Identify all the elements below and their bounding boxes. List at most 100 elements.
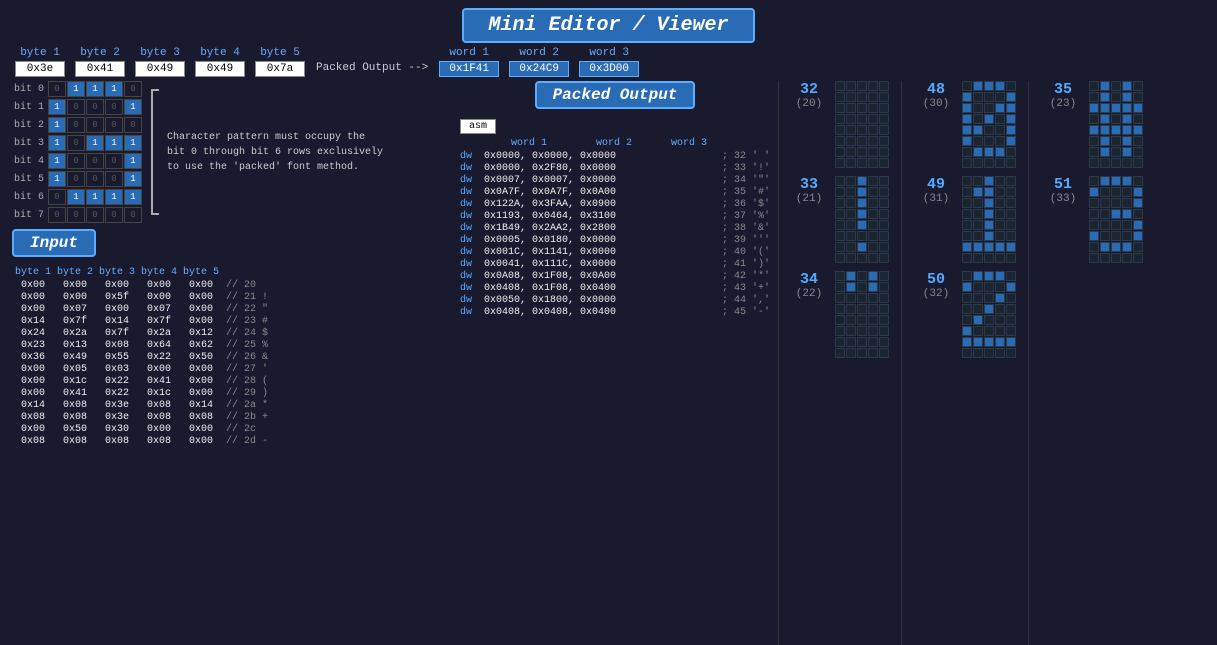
char-cell-0-1-1 bbox=[846, 176, 856, 186]
char-group-divider-1 bbox=[1028, 81, 1029, 645]
table-row: 0x080x080x080x080x00// 2d - bbox=[12, 436, 452, 447]
word-val-1: 0x1F41 bbox=[439, 61, 499, 77]
char-cell-0-0-38 bbox=[868, 158, 878, 168]
char-sub-2-1: (33) bbox=[1050, 193, 1076, 205]
word-val-2: 0x24C9 bbox=[509, 61, 569, 77]
bit-cell-6-3: 1 bbox=[105, 189, 123, 205]
char-cell-2-1-27 bbox=[1111, 231, 1121, 241]
char-cell-2-1-21 bbox=[1100, 220, 1110, 230]
char-cell-0-0-7 bbox=[857, 92, 867, 102]
char-label-1-2: 50 (32) bbox=[914, 271, 958, 300]
packed-col-headers: word 1 word 2 word 3 bbox=[460, 138, 770, 149]
input-cell-6-3: 0x22 bbox=[138, 352, 180, 363]
input-comment-10: // 2a * bbox=[222, 400, 452, 411]
char-cell-0-2-15 bbox=[835, 304, 845, 314]
char-cell-1-1-4 bbox=[1006, 176, 1016, 186]
char-cell-1-0-16 bbox=[973, 114, 983, 124]
packed-comment-10: ; 42 '*' bbox=[718, 271, 770, 282]
center-panel: Packed Output asm word 1 word 2 word 3 d… bbox=[460, 81, 770, 645]
char-entry-0-0: 32 (20) bbox=[787, 81, 889, 168]
char-cell-1-2-28 bbox=[995, 326, 1005, 336]
asm-tab[interactable]: asm bbox=[460, 119, 496, 134]
input-cell-3-3: 0x7f bbox=[138, 316, 180, 327]
char-cell-2-1-4 bbox=[1133, 176, 1143, 186]
char-cell-1-2-18 bbox=[995, 304, 1005, 314]
byte-label-4: byte 4 bbox=[200, 47, 240, 59]
bit-cell-3-1: 0 bbox=[67, 135, 85, 151]
table-row: 0x000x1c0x220x410x00// 28 ( bbox=[12, 376, 452, 387]
input-cell-4-0: 0x24 bbox=[12, 328, 54, 339]
char-cell-1-0-12 bbox=[984, 103, 994, 113]
char-cell-1-0-38 bbox=[995, 158, 1005, 168]
char-cell-2-0-26 bbox=[1100, 136, 1110, 146]
char-sub-1-2: (32) bbox=[923, 288, 949, 300]
char-cell-0-2-27 bbox=[857, 326, 867, 336]
table-row: 0x230x130x080x640x62// 25 % bbox=[12, 340, 452, 351]
char-cell-1-2-1 bbox=[973, 271, 983, 281]
table-row: 0x000x500x300x000x00// 2c bbox=[12, 424, 452, 435]
char-cell-0-1-38 bbox=[868, 253, 878, 263]
char-cell-2-0-15 bbox=[1089, 114, 1099, 124]
char-cell-0-0-6 bbox=[846, 92, 856, 102]
char-entry-2-1: 51 (33) bbox=[1041, 176, 1143, 263]
char-cell-1-0-14 bbox=[1006, 103, 1016, 113]
packed-kw-2: dw bbox=[460, 175, 484, 186]
char-cell-2-1-37 bbox=[1111, 253, 1121, 263]
input-cell-10-0: 0x14 bbox=[12, 400, 54, 411]
input-comment-3: // 23 # bbox=[222, 316, 452, 327]
packed-data-body: dw 0x0000, 0x0000, 0x0000 ; 32 ' 'dw 0x0… bbox=[460, 151, 770, 319]
char-cell-1-2-4 bbox=[1006, 271, 1016, 281]
input-comment-11: // 2b + bbox=[222, 412, 452, 423]
bit-cell-6-2: 1 bbox=[86, 189, 104, 205]
packed-title-area: Packed Output bbox=[460, 81, 770, 115]
char-cell-2-0-17 bbox=[1111, 114, 1121, 124]
bit-cell-5-2: 0 bbox=[86, 171, 104, 187]
bit-row-label-4: bit 4 bbox=[12, 156, 48, 167]
packed-kw-5: dw bbox=[460, 211, 484, 222]
packed-kw-6: dw bbox=[460, 223, 484, 234]
input-cell-7-2: 0x03 bbox=[96, 364, 138, 375]
char-cell-1-2-23 bbox=[995, 315, 1005, 325]
input-cell-9-2: 0x22 bbox=[96, 388, 138, 399]
byte-col-1: byte 1 0x3e bbox=[12, 47, 68, 77]
input-cell-1-2: 0x5f bbox=[96, 292, 138, 303]
bit-row-label-3: bit 3 bbox=[12, 138, 48, 149]
char-label-0-2: 34 (22) bbox=[787, 271, 831, 300]
char-cell-1-0-20 bbox=[962, 125, 972, 135]
char-grid-2-1 bbox=[1089, 176, 1143, 263]
bit-cell-1-2: 0 bbox=[86, 99, 104, 115]
char-cell-0-2-39 bbox=[879, 348, 889, 358]
char-cell-1-2-11 bbox=[973, 293, 983, 303]
right-panel: 32 (20)33 (21)34 (22)48 (30)49 (31)50 (3… bbox=[778, 81, 1205, 645]
byte-label-1: byte 1 bbox=[20, 47, 60, 59]
char-cell-1-0-4 bbox=[1006, 81, 1016, 91]
input-cell-4-3: 0x2a bbox=[138, 328, 180, 339]
char-num-1-0: 48 bbox=[927, 81, 945, 98]
char-cell-1-1-33 bbox=[995, 242, 1005, 252]
char-cell-1-2-19 bbox=[1006, 304, 1016, 314]
packed-comment-0: ; 32 ' ' bbox=[718, 151, 770, 162]
char-cell-0-0-32 bbox=[857, 147, 867, 157]
input-cell-0-1: 0x00 bbox=[54, 280, 96, 291]
word-col-1: word 1 0x1F41 bbox=[436, 47, 502, 77]
char-cell-0-2-0 bbox=[835, 271, 845, 281]
packed-vals-7: 0x0005, 0x0180, 0x0000 bbox=[484, 235, 718, 246]
bit-cell-2-4: 0 bbox=[124, 117, 142, 133]
char-cell-1-0-33 bbox=[995, 147, 1005, 157]
packed-row: dw 0x122A, 0x3FAA, 0x0900 ; 36 '$' bbox=[460, 199, 770, 210]
packed-row: dw 0x0000, 0x2F80, 0x0000 ; 33 '!' bbox=[460, 163, 770, 174]
input-cell-8-1: 0x1c bbox=[54, 376, 96, 387]
input-comment-7: // 27 ' bbox=[222, 364, 452, 375]
input-cell-3-1: 0x7f bbox=[54, 316, 96, 327]
packed-row: dw 0x0000, 0x0000, 0x0000 ; 32 ' ' bbox=[460, 151, 770, 162]
packed-vals-5: 0x1193, 0x0464, 0x3100 bbox=[484, 211, 718, 222]
char-cell-0-2-1 bbox=[846, 271, 856, 281]
asm-tab-area: asm bbox=[460, 119, 770, 136]
input-cell-3-4: 0x00 bbox=[180, 316, 222, 327]
char-cell-0-0-16 bbox=[846, 114, 856, 124]
char-sub-1-1: (31) bbox=[923, 193, 949, 205]
char-cell-2-0-7 bbox=[1111, 92, 1121, 102]
packed-vals-6: 0x1B49, 0x2AA2, 0x2800 bbox=[484, 223, 718, 234]
char-cell-0-2-5 bbox=[835, 282, 845, 292]
char-sub-1-0: (30) bbox=[923, 98, 949, 110]
